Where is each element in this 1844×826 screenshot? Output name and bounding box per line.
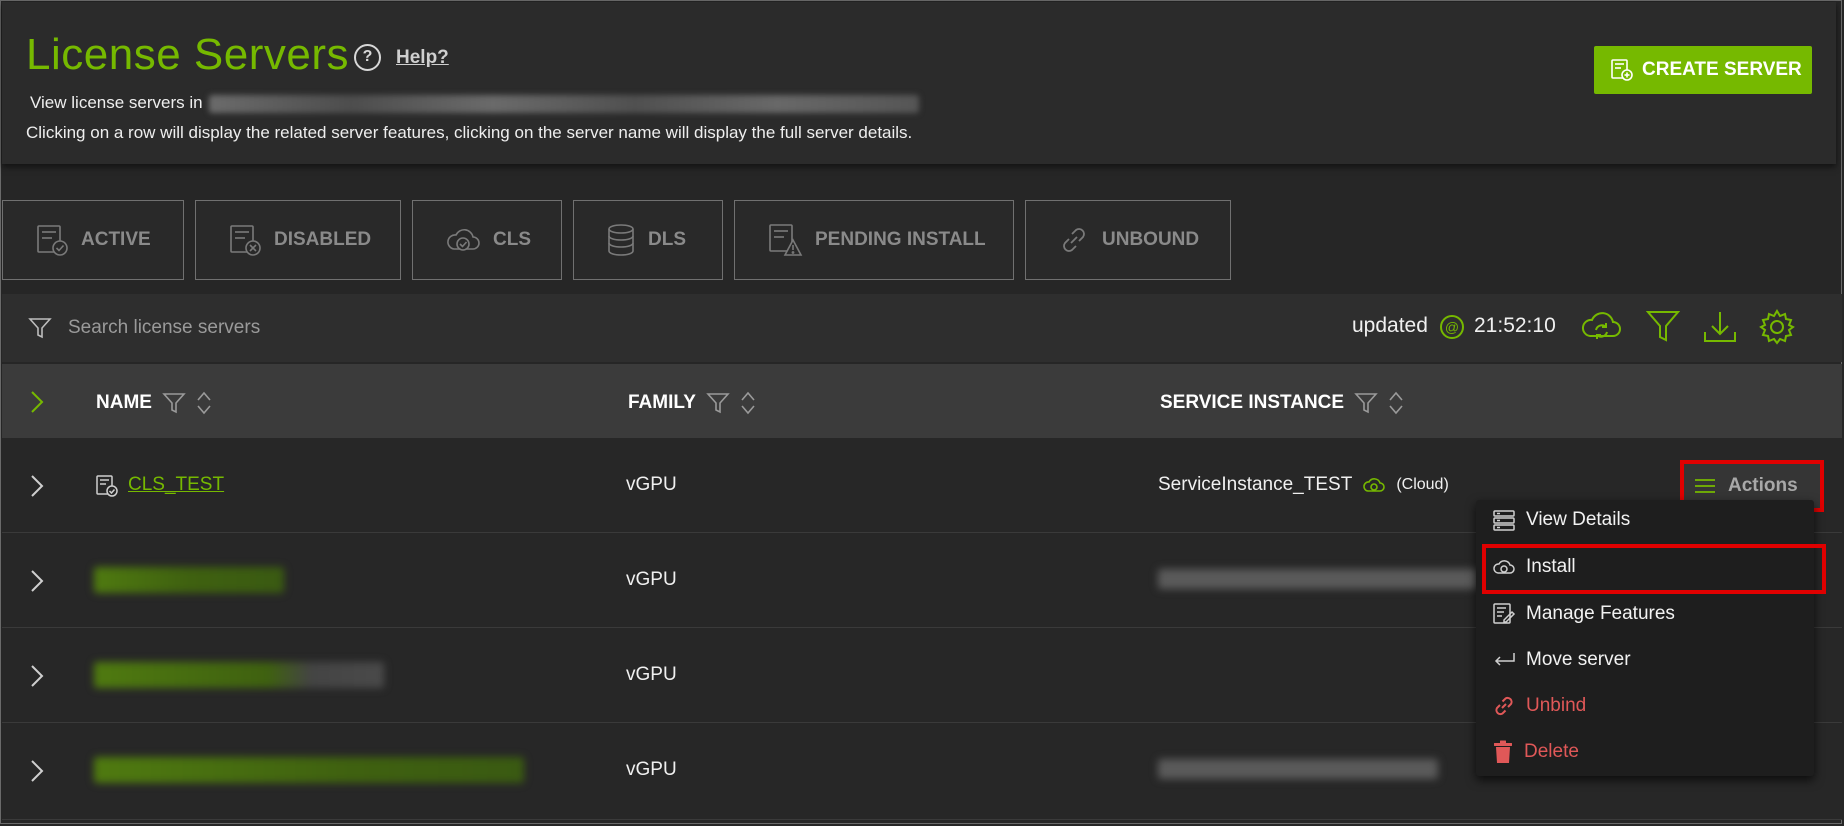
- service-instance-name: ServiceInstance_TEST: [1158, 474, 1353, 495]
- tab-cls[interactable]: CLS: [412, 200, 562, 280]
- tab-label: DISABLED: [274, 229, 372, 250]
- menu-item-label: Unbind: [1526, 695, 1587, 716]
- sort-icon[interactable]: [1388, 390, 1404, 416]
- cloud-check-icon: [447, 229, 480, 251]
- column-filter-icon[interactable]: [706, 391, 730, 415]
- cloud-icon: [1363, 478, 1386, 492]
- tab-disabled[interactable]: DISABLED: [195, 200, 401, 280]
- page-header: License Servers ? Help? View license ser…: [2, 2, 1836, 164]
- menu-item-delete[interactable]: Delete: [1492, 732, 1579, 772]
- org-scope-label: View license servers in: [30, 93, 203, 112]
- updated-label: updated: [1352, 314, 1428, 337]
- trash-icon: [1494, 740, 1512, 763]
- server-name-link[interactable]: CLS_TEST: [128, 474, 224, 496]
- service-type-label: (Cloud): [1396, 476, 1449, 493]
- page-title: License Servers: [26, 30, 349, 79]
- filter-icon: [28, 318, 52, 339]
- expand-all-chevron-icon[interactable]: [30, 390, 44, 414]
- actions-menu: View Details Install Manage Features Mov…: [1476, 500, 1814, 776]
- highlight-box-install: [1482, 544, 1826, 594]
- family-cell: vGPU: [626, 759, 677, 780]
- tab-label: CLS: [493, 229, 531, 250]
- server-check-icon: [37, 225, 68, 256]
- create-server-button[interactable]: CREATE SERVER: [1594, 46, 1812, 94]
- redacted-service-instance: [1158, 759, 1438, 779]
- chevron-right-icon[interactable]: [30, 664, 44, 688]
- column-filter-icon[interactable]: [162, 391, 186, 415]
- org-scope-redacted: [208, 94, 919, 113]
- family-cell: vGPU: [626, 474, 677, 495]
- link-icon: [1495, 696, 1513, 716]
- family-cell: vGPU: [626, 664, 677, 685]
- at-icon: @: [1440, 315, 1464, 339]
- table-header: NAME FAMILY SERVICE INSTANCE: [2, 364, 1842, 438]
- tab-label: PENDING INSTALL: [815, 229, 986, 250]
- chevron-right-icon[interactable]: [30, 759, 44, 783]
- cloud-sync-icon[interactable]: [1580, 308, 1622, 346]
- download-icon[interactable]: [1702, 308, 1738, 346]
- column-label: SERVICE INSTANCE: [1160, 392, 1345, 413]
- sort-icon[interactable]: [740, 390, 756, 416]
- create-server-label: CREATE SERVER: [1642, 59, 1802, 80]
- search-input[interactable]: [66, 312, 670, 344]
- column-label: NAME: [96, 392, 152, 413]
- menu-item-unbind[interactable]: Unbind: [1492, 686, 1586, 726]
- toolbar: updated @ 21:52:10: [2, 294, 1842, 362]
- chevron-right-icon[interactable]: [30, 569, 44, 593]
- link-icon: [1063, 228, 1085, 252]
- instructions-text: Clicking on a row will display the relat…: [26, 123, 913, 142]
- tab-unbound[interactable]: UNBOUND: [1025, 200, 1231, 280]
- column-header-service-instance[interactable]: SERVICE INSTANCE: [1160, 390, 1404, 416]
- menu-item-label: Delete: [1524, 741, 1579, 762]
- redacted-server-name: [94, 757, 524, 783]
- edit-features-icon: [1493, 603, 1516, 624]
- gear-icon[interactable]: [1758, 308, 1796, 346]
- server-details-icon: [1493, 510, 1515, 531]
- tab-active[interactable]: ACTIVE: [2, 200, 184, 280]
- family-cell: vGPU: [626, 569, 677, 590]
- help-icon[interactable]: ?: [354, 44, 381, 71]
- column-label: FAMILY: [628, 392, 696, 413]
- redacted-server-name: [94, 567, 284, 593]
- tab-label: ACTIVE: [81, 229, 151, 250]
- server-add-icon: [1611, 59, 1633, 81]
- tab-label: UNBOUND: [1102, 229, 1200, 250]
- menu-item-label: Manage Features: [1526, 603, 1675, 624]
- column-filter-icon[interactable]: [1354, 391, 1378, 415]
- menu-item-label: View Details: [1526, 509, 1631, 530]
- menu-item-move-server[interactable]: Move server: [1492, 640, 1631, 680]
- server-x-icon: [230, 225, 261, 256]
- redacted-server-name: [94, 662, 384, 688]
- menu-item-manage-features[interactable]: Manage Features: [1492, 594, 1675, 634]
- redacted-service-instance: [1158, 569, 1478, 589]
- menu-item-label: Move server: [1526, 649, 1631, 670]
- server-warning-icon: [769, 224, 803, 256]
- help-link[interactable]: Help?: [396, 47, 449, 69]
- column-header-name[interactable]: NAME: [96, 390, 212, 416]
- column-header-family[interactable]: FAMILY: [628, 390, 756, 416]
- updated-time: 21:52:10: [1474, 314, 1556, 337]
- server-check-icon: [96, 475, 118, 497]
- sort-icon[interactable]: [196, 390, 212, 416]
- tab-label: DLS: [648, 229, 686, 250]
- tab-dls[interactable]: DLS: [573, 200, 723, 280]
- move-arrow-icon: [1494, 653, 1515, 666]
- database-icon: [608, 224, 634, 256]
- tab-pending-install[interactable]: PENDING INSTALL: [734, 200, 1014, 280]
- org-scope-text: View license servers in: [30, 93, 919, 113]
- menu-item-view-details[interactable]: View Details: [1492, 500, 1630, 540]
- service-instance-cell: ServiceInstance_TEST (Cloud): [1158, 474, 1449, 496]
- filter-icon[interactable]: [1646, 308, 1680, 344]
- chevron-right-icon[interactable]: [30, 474, 44, 498]
